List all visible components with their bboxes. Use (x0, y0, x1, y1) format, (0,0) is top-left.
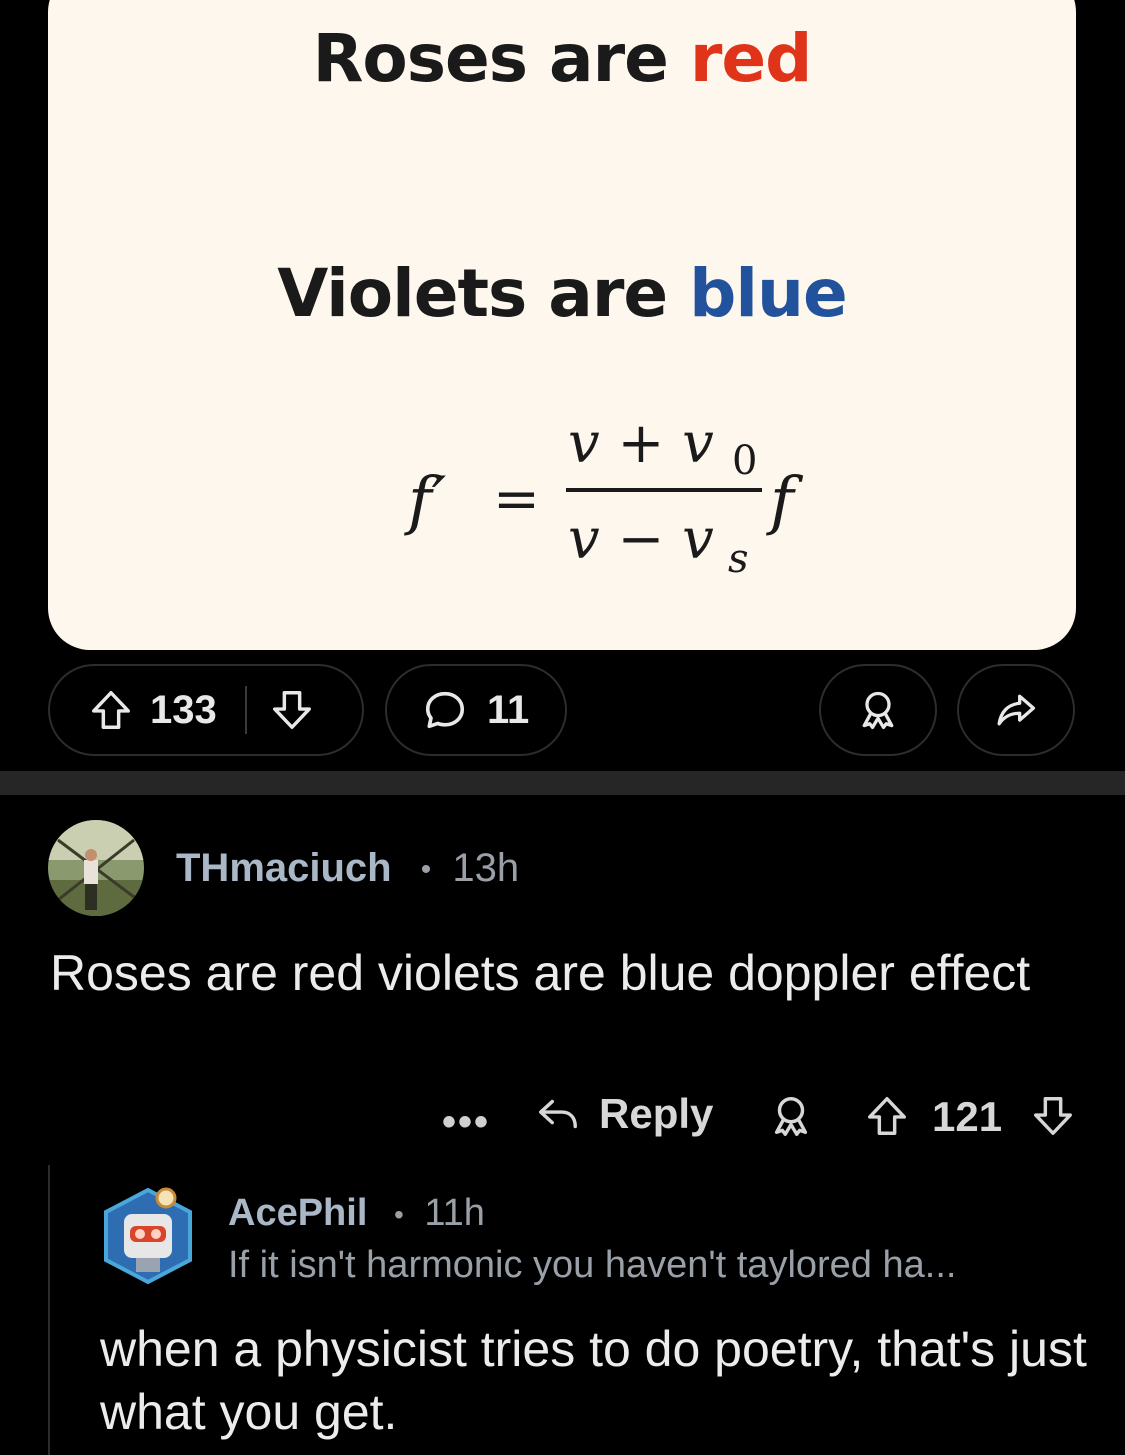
share-button[interactable] (957, 664, 1075, 756)
user-flair: If it isn't harmonic you haven't taylore… (228, 1244, 957, 1286)
post-image[interactable]: Roses are red Violets are blue f′ = v + … (48, 0, 1076, 650)
comment-time: 13h (452, 846, 520, 890)
avatar[interactable] (100, 1186, 196, 1286)
vote-separator (244, 686, 247, 734)
comment-count: 11 (487, 687, 530, 732)
thread-line[interactable] (48, 1165, 50, 1455)
reply-arrow-icon (539, 1099, 577, 1129)
vote-pill: 133 (48, 664, 364, 756)
comment-score: 121 (932, 1093, 1003, 1140)
arrow-down-icon[interactable] (269, 687, 315, 733)
word-blue: blue (689, 255, 848, 332)
fraction-bar (566, 488, 762, 492)
poem-line-roses: Roses are red (312, 20, 813, 97)
formula-numerator: v + v (568, 411, 714, 476)
formula-lhs: f′ (404, 464, 447, 538)
formula-denominator: v − v (568, 507, 714, 572)
arrow-up-icon[interactable] (88, 687, 134, 733)
reply-time: 11h (424, 1192, 485, 1234)
award-icon[interactable] (768, 1093, 814, 1144)
comment-body: Roses are red violets are blue doppler e… (50, 945, 1031, 1001)
speech-bubble-icon (421, 687, 469, 733)
word-red: red (689, 20, 813, 97)
poem-line-violets: Violets are blue (277, 255, 848, 332)
meta-separator: • (420, 853, 432, 887)
award-button[interactable] (819, 664, 937, 756)
meta-separator: • (393, 1198, 404, 1230)
doppler-formula: f′ = v + v 0 v − v s f (404, 411, 804, 582)
reply-body: when a physicist tries to do poetry, tha… (100, 1321, 1087, 1440)
formula-numerator-sub: 0 (732, 438, 757, 484)
more-options-button[interactable]: ••• (442, 1100, 490, 1145)
reply-meta: AcePhil • 11h (228, 1192, 485, 1235)
comment-username[interactable]: THmaciuch (176, 846, 392, 890)
share-icon (993, 688, 1039, 732)
arrow-down-icon[interactable] (1030, 1093, 1076, 1144)
comments-button[interactable]: 11 (385, 664, 567, 756)
reply-button[interactable]: Reply (535, 1090, 713, 1138)
comment-meta: THmaciuch • 13h (176, 846, 519, 891)
formula-rhs: f (766, 464, 804, 538)
arrow-up-icon[interactable] (864, 1093, 910, 1144)
post-score: 133 (150, 687, 217, 732)
award-icon (856, 688, 900, 732)
avatar[interactable] (48, 820, 144, 916)
reply-label: Reply (599, 1090, 714, 1137)
section-divider (0, 771, 1125, 795)
formula-denominator-sub: s (728, 536, 749, 582)
reply-username[interactable]: AcePhil (228, 1192, 367, 1234)
formula-equals: = (493, 467, 540, 532)
